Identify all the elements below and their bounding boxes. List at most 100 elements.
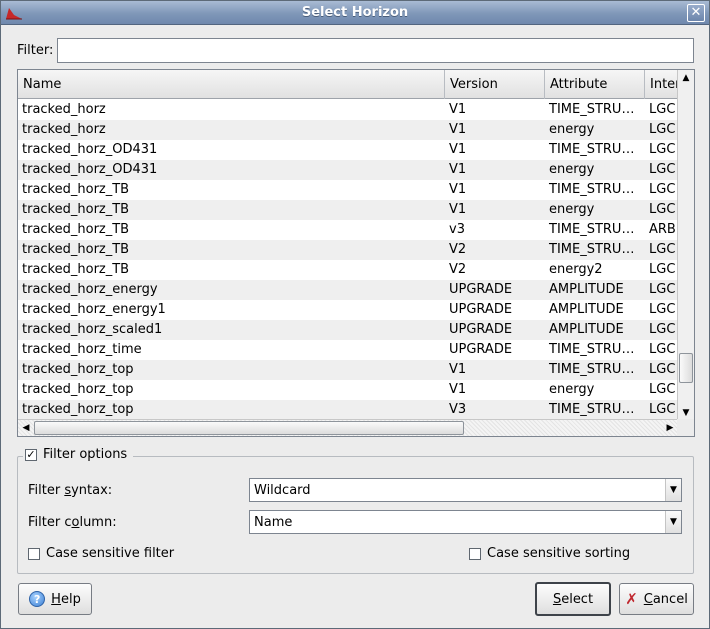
- cell-name: tracked_horz_energy: [22, 282, 158, 297]
- cell-attribute: AMPLITUDE: [549, 302, 624, 317]
- case-sensitive-sorting-checkbox[interactable]: [469, 547, 481, 560]
- cell-attribute: energy: [549, 162, 595, 177]
- cell-name: tracked_horz_top: [22, 362, 134, 377]
- cell-name: tracked_horz_TB: [22, 202, 130, 217]
- cell-interp: LGC: [649, 102, 676, 117]
- filter-options-toggle[interactable]: ✓ Filter options: [23, 447, 134, 462]
- horizon-table[interactable]: Name Version Attribute Interp tracked_ho…: [17, 69, 695, 437]
- table-row[interactable]: tracked_horz_TB v3 TIME_STRU… ARB: [18, 220, 678, 240]
- table-row[interactable]: tracked_horz_OD431 V1 TIME_STRU… LGC: [18, 140, 678, 160]
- table-row[interactable]: tracked_horz V1 TIME_STRU… LGC: [18, 100, 678, 120]
- filter-syntax-value: Wildcard: [254, 483, 311, 498]
- scroll-up-arrow-icon[interactable]: ▲: [678, 70, 694, 86]
- table-row[interactable]: tracked_horz V1 energy LGC: [18, 120, 678, 140]
- table-row[interactable]: tracked_horz_TB V1 TIME_STRU… LGC: [18, 180, 678, 200]
- case-sensitive-sorting-option[interactable]: Case sensitive sorting: [469, 546, 630, 561]
- vertical-scroll-thumb[interactable]: [679, 353, 693, 383]
- case-sensitive-filter-label: Case sensitive filter: [46, 546, 175, 561]
- table-row[interactable]: tracked_horz_scaled1 UPGRADE AMPLITUDE LGC: [18, 320, 678, 340]
- table-row[interactable]: tracked_horz_top V3 TIME_STRU… LGC: [18, 400, 678, 420]
- cell-version: UPGRADE: [449, 342, 513, 357]
- cell-name: tracked_horz: [22, 122, 106, 137]
- select-button[interactable]: Select: [535, 582, 611, 616]
- filter-options-label: Filter options: [43, 447, 128, 462]
- cell-interp: LGC: [649, 302, 676, 317]
- filter-column-value: Name: [254, 515, 293, 530]
- cell-name: tracked_horz_OD431: [22, 162, 158, 177]
- column-header-name[interactable]: Name: [18, 70, 445, 99]
- table-row[interactable]: tracked_horz_OD431 V1 energy LGC: [18, 160, 678, 180]
- vertical-scrollbar[interactable]: ▲ ▼: [677, 70, 694, 421]
- cell-attribute: AMPLITUDE: [549, 282, 624, 297]
- table-row[interactable]: tracked_horz_TB V2 energy2 LGC: [18, 260, 678, 280]
- cell-attribute: TIME_STRU…: [549, 142, 635, 157]
- cell-attribute: energy2: [549, 262, 603, 277]
- case-sensitive-filter-option[interactable]: Case sensitive filter: [28, 546, 174, 561]
- cell-version: UPGRADE: [449, 302, 513, 317]
- cell-interp: LGC: [649, 282, 676, 297]
- cell-version: V2: [449, 262, 467, 277]
- cell-name: tracked_horz: [22, 102, 106, 117]
- horizontal-scroll-thumb[interactable]: [34, 421, 464, 435]
- filter-input[interactable]: [57, 38, 694, 63]
- cell-version: UPGRADE: [449, 322, 513, 337]
- cell-name: tracked_horz_OD431: [22, 142, 158, 157]
- title-bar[interactable]: Select Horizon ✕: [1, 1, 709, 25]
- column-header-version[interactable]: Version: [445, 70, 545, 99]
- cell-version: v3: [449, 222, 465, 237]
- cell-interp: LGC: [649, 362, 676, 377]
- cell-name: tracked_horz_TB: [22, 242, 130, 257]
- cancel-button[interactable]: ✗ Cancel: [619, 583, 694, 615]
- filter-syntax-label: Filter syntax:: [28, 483, 113, 498]
- cell-version: V1: [449, 202, 467, 217]
- cell-version: V1: [449, 122, 467, 137]
- table-row[interactable]: tracked_horz_energy1 UPGRADE AMPLITUDE LGC: [18, 300, 678, 320]
- select-horizon-dialog: Select Horizon ✕ Filter: Name Version At…: [0, 0, 710, 629]
- cell-attribute: TIME_STRU…: [549, 102, 635, 117]
- cell-interp: LGC: [649, 262, 676, 277]
- table-row[interactable]: tracked_horz_TB V1 energy LGC: [18, 200, 678, 220]
- cell-name: tracked_horz_top: [22, 402, 134, 417]
- table-row[interactable]: tracked_horz_top V1 energy LGC: [18, 380, 678, 400]
- cell-attribute: energy: [549, 122, 595, 137]
- cell-version: V1: [449, 162, 467, 177]
- case-sensitive-filter-checkbox[interactable]: [28, 547, 40, 560]
- cell-version: V1: [449, 362, 467, 377]
- cell-name: tracked_horz_time: [22, 342, 142, 357]
- cell-attribute: energy: [549, 202, 595, 217]
- table-header: Name Version Attribute Interp: [18, 70, 685, 99]
- table-row[interactable]: tracked_horz_energy UPGRADE AMPLITUDE LGC: [18, 280, 678, 300]
- cell-attribute: TIME_STRU…: [549, 402, 635, 417]
- chevron-down-icon[interactable]: ▼: [665, 511, 681, 533]
- table-row[interactable]: tracked_horz_top V1 TIME_STRU… LGC: [18, 360, 678, 380]
- filter-column-select[interactable]: Name ▼: [249, 510, 682, 534]
- table-row[interactable]: tracked_horz_time UPGRADE TIME_STRU… LGC: [18, 340, 678, 360]
- cell-name: tracked_horz_top: [22, 382, 134, 397]
- scroll-right-arrow-icon[interactable]: ▶: [662, 420, 678, 436]
- filter-label: Filter:: [17, 43, 54, 58]
- cell-version: V2: [449, 242, 467, 257]
- cell-interp: LGC: [649, 402, 676, 417]
- cell-interp: LGC: [649, 382, 676, 397]
- filter-options-checkbox[interactable]: ✓: [25, 448, 37, 461]
- help-icon: ?: [29, 591, 46, 607]
- chevron-down-icon[interactable]: ▼: [665, 479, 681, 501]
- table-row[interactable]: tracked_horz_TB V2 TIME_STRU… LGC: [18, 240, 678, 260]
- cell-interp: LGC: [649, 242, 676, 257]
- cell-attribute: TIME_STRU…: [549, 242, 635, 257]
- scroll-left-arrow-icon[interactable]: ◀: [18, 420, 34, 436]
- cell-attribute: TIME_STRU…: [549, 362, 635, 377]
- filter-syntax-select[interactable]: Wildcard ▼: [249, 478, 682, 502]
- help-button[interactable]: ? Help: [18, 583, 92, 615]
- close-icon[interactable]: ✕: [687, 4, 705, 22]
- cell-interp: LGC: [649, 322, 676, 337]
- cell-interp: ARB: [649, 222, 676, 237]
- cell-name: tracked_horz_scaled1: [22, 322, 163, 337]
- cell-attribute: energy: [549, 382, 595, 397]
- cell-name: tracked_horz_TB: [22, 222, 130, 237]
- horizontal-scrollbar[interactable]: ◀ ▶: [18, 419, 678, 436]
- table-body: tracked_horz V1 TIME_STRU… LGC tracked_horz V…: [18, 100, 678, 420]
- cell-version: UPGRADE: [449, 282, 513, 297]
- cell-attribute: TIME_STRU…: [549, 342, 635, 357]
- column-header-attribute[interactable]: Attribute: [545, 70, 645, 99]
